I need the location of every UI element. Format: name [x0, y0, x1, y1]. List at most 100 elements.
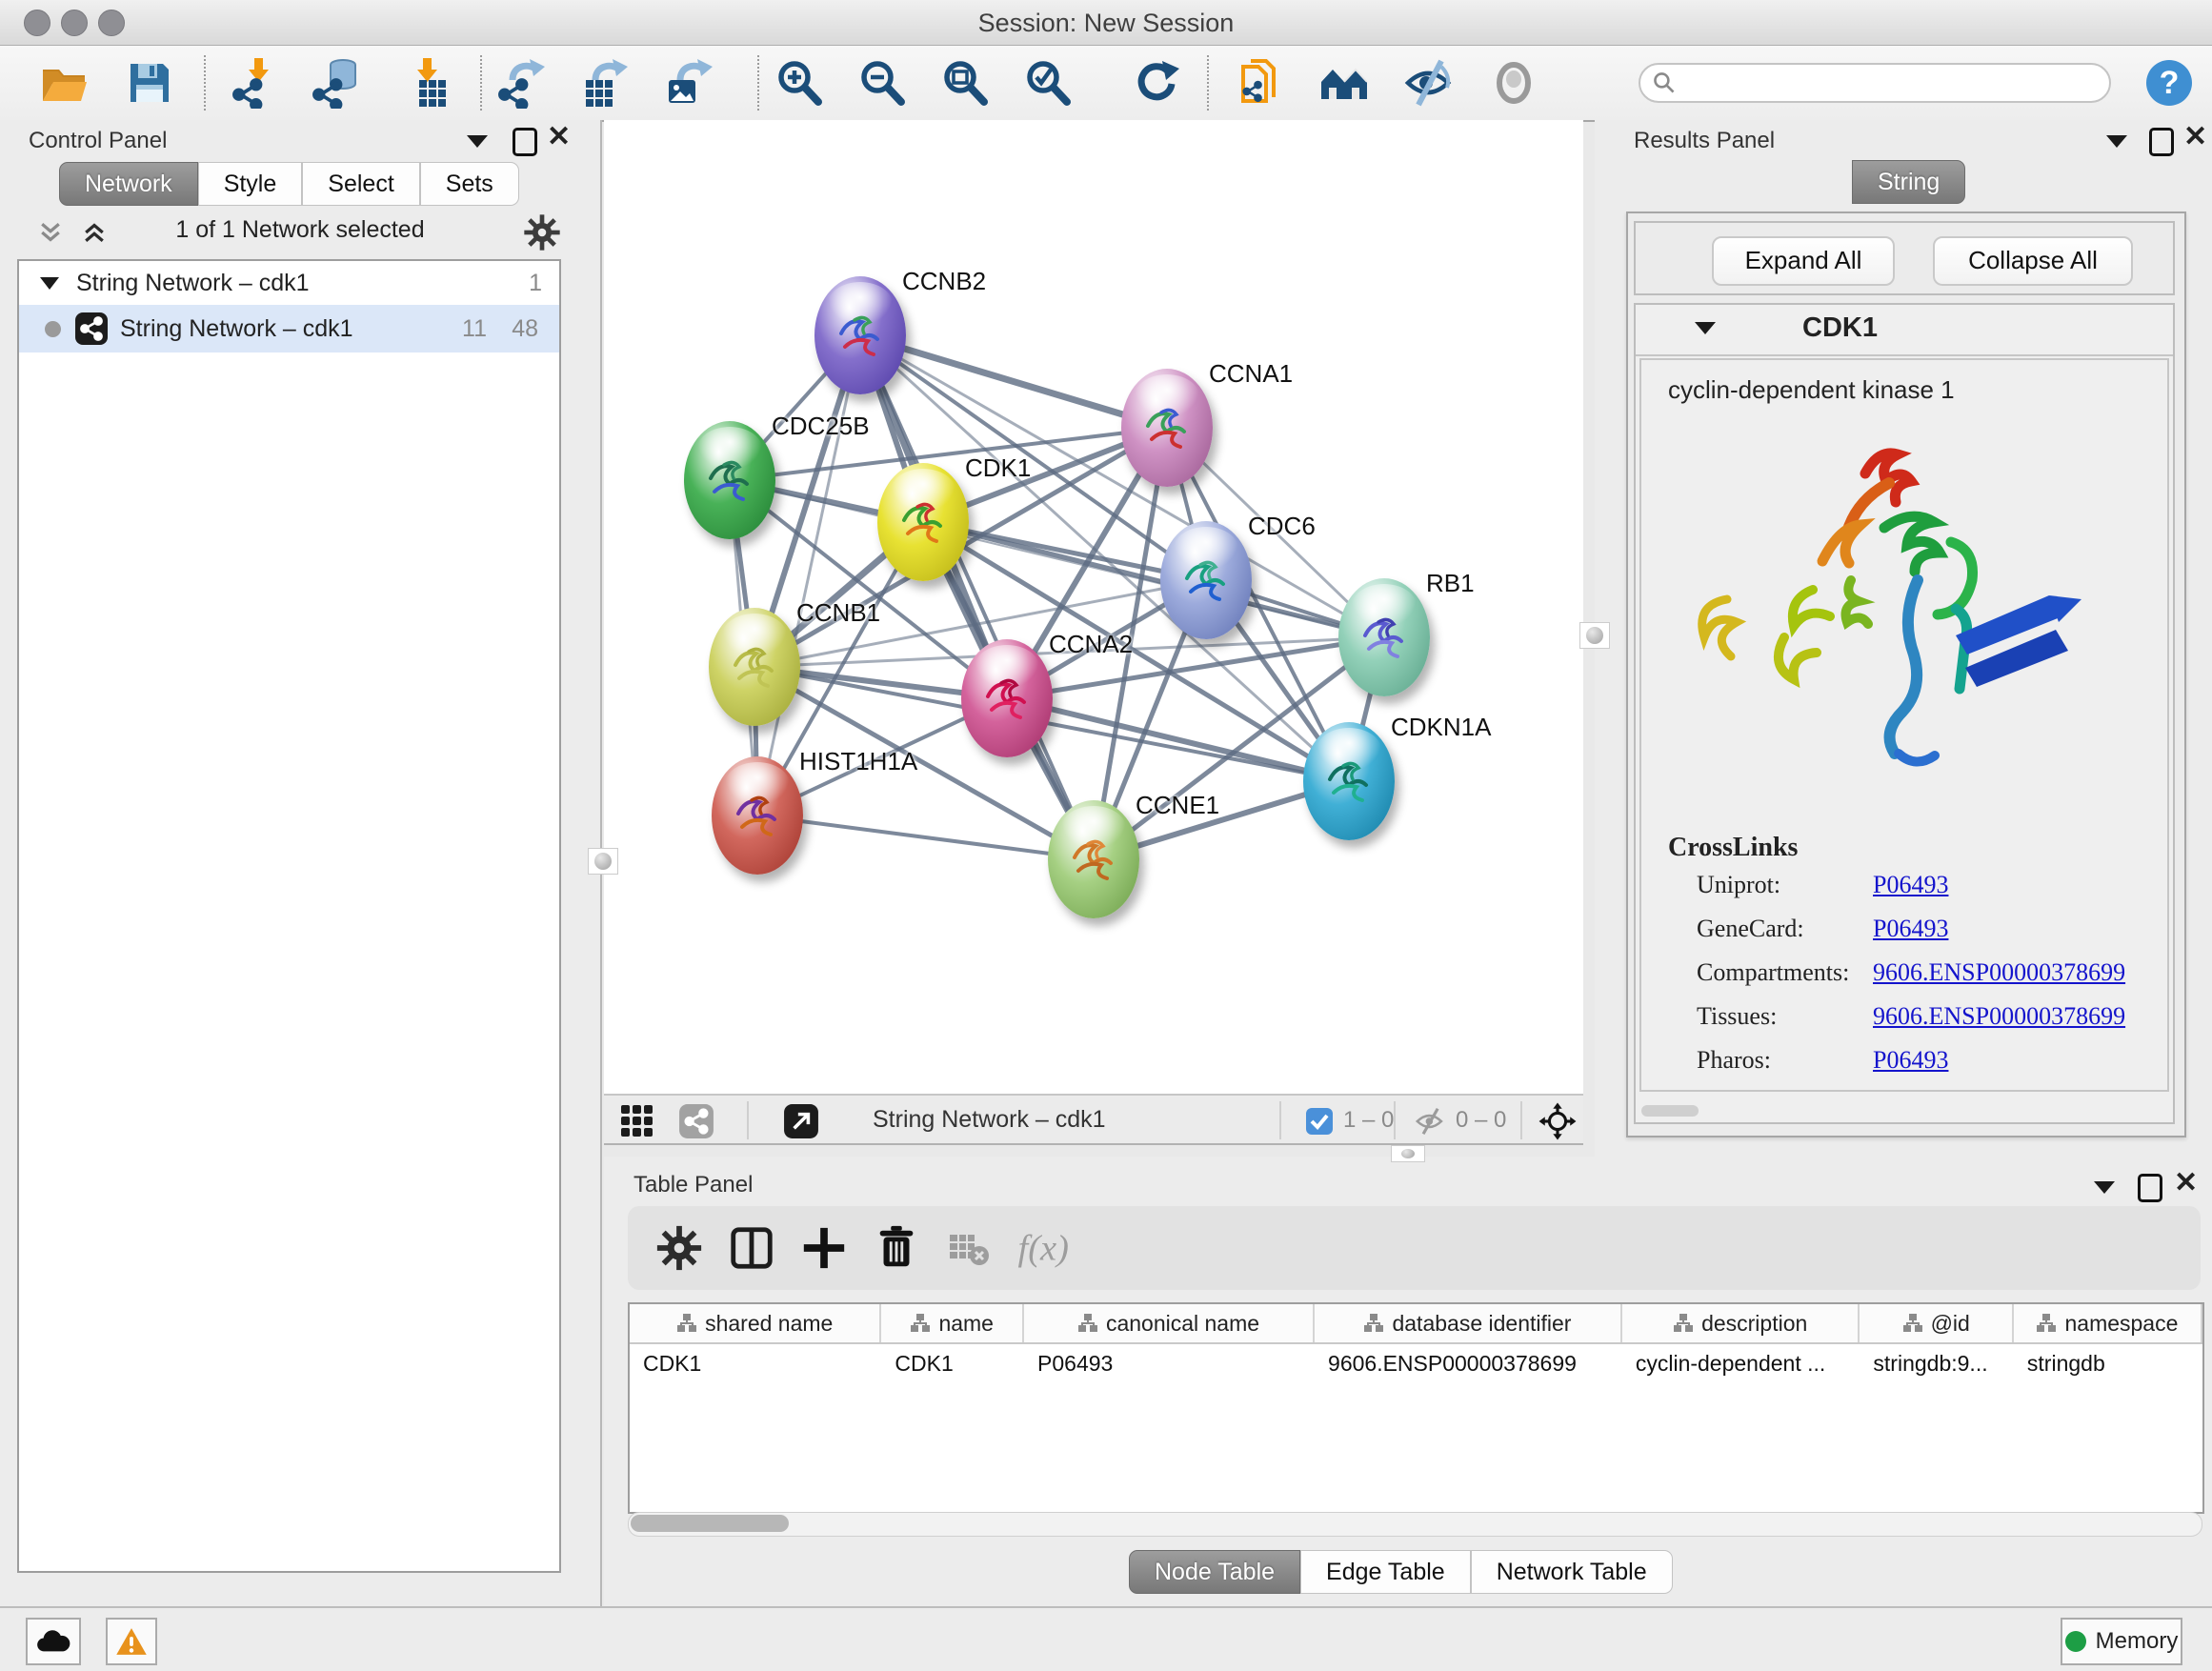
collapse-all-button[interactable]: Collapse All: [1933, 236, 2133, 286]
import-network-database-icon[interactable]: [312, 57, 363, 109]
hidden-eye-slash-icon[interactable]: [1414, 1105, 1446, 1137]
maximize-panel-icon[interactable]: [513, 128, 537, 156]
collection-expander-icon[interactable]: [40, 277, 59, 290]
export-table-icon[interactable]: [580, 57, 632, 109]
node-table[interactable]: shared name name canonical name database…: [628, 1302, 2204, 1514]
float-panel-icon[interactable]: [2094, 1181, 2115, 1194]
edge-CCNB2-HIST1H1A[interactable]: [757, 335, 860, 815]
crosslink-value-link[interactable]: 9606.ENSP00000378699: [1873, 958, 2125, 987]
crosslink-value-link[interactable]: P06493: [1873, 915, 1948, 943]
edge-CCNB2-CCNA1[interactable]: [860, 335, 1167, 428]
zoom-out-icon[interactable]: [857, 57, 909, 109]
create-column-plus-icon[interactable]: [799, 1223, 849, 1273]
left-splitter-handle[interactable]: [588, 848, 618, 875]
import-table-icon[interactable]: [400, 57, 452, 109]
column-header-description[interactable]: description: [1622, 1304, 1860, 1342]
svg-text:f(x): f(x): [1018, 1229, 1069, 1269]
tab-style[interactable]: Style: [198, 162, 303, 206]
node-CCNA2[interactable]: [961, 639, 1053, 757]
cloud-status-button[interactable]: [26, 1618, 81, 1665]
tab-string[interactable]: String: [1852, 160, 1965, 204]
node-CCNA1[interactable]: [1121, 369, 1213, 487]
zoom-selected-icon[interactable]: [1023, 57, 1075, 109]
cdk1-section-header[interactable]: CDK1: [1636, 305, 2173, 356]
birdseye-grid-icon[interactable]: [619, 1103, 655, 1139]
tab-network-table[interactable]: Network Table: [1471, 1550, 1673, 1594]
tab-node-table[interactable]: Node Table: [1129, 1550, 1300, 1594]
open-session-folder-icon[interactable]: [38, 57, 90, 109]
zoom-fit-icon[interactable]: [940, 57, 992, 109]
node-CDC25B[interactable]: [684, 421, 775, 539]
refresh-view-icon[interactable]: [1130, 57, 1181, 109]
hide-selected-icon[interactable]: [1403, 57, 1455, 109]
tab-network[interactable]: Network: [59, 162, 198, 206]
string-panel-icon[interactable]: [678, 1103, 714, 1139]
close-panel-icon[interactable]: ✕: [547, 126, 571, 149]
show-columns-icon[interactable]: [727, 1223, 776, 1273]
selected-checkbox-icon[interactable]: [1305, 1107, 1334, 1136]
export-network-icon[interactable]: [497, 57, 549, 109]
network-view-canvas[interactable]: CCNB2 CCNA1 CDC25B CDK1 CDC6 RB1: [604, 120, 1583, 1094]
node-HIST1H1A[interactable]: [712, 756, 803, 875]
help-icon[interactable]: ?: [2143, 57, 2195, 109]
memory-button[interactable]: Memory: [2061, 1618, 2182, 1665]
save-session-floppy-icon[interactable]: [124, 57, 175, 109]
column-header-canonicalname[interactable]: canonical name: [1024, 1304, 1315, 1342]
tab-select[interactable]: Select: [302, 162, 419, 206]
network-row-selected[interactable]: String Network – cdk1 11 48: [19, 305, 559, 352]
export-image-icon[interactable]: [665, 57, 716, 109]
node-RB1[interactable]: [1338, 578, 1430, 696]
share-document-icon[interactable]: [1236, 57, 1287, 109]
float-panel-icon[interactable]: [2106, 135, 2127, 148]
node-CCNE1[interactable]: [1048, 800, 1139, 918]
close-panel-icon[interactable]: ✕: [2183, 126, 2207, 149]
import-network-file-icon[interactable]: [231, 57, 283, 109]
column-header-databaseidentifier[interactable]: database identifier: [1315, 1304, 1622, 1342]
tab-edge-table[interactable]: Edge Table: [1300, 1550, 1471, 1594]
crosslink-value-link[interactable]: P06493: [1873, 1046, 1948, 1075]
node-CCNB1[interactable]: [709, 608, 800, 726]
network-selection-bar: 1 of 1 Network selected: [10, 211, 581, 252]
crosslink-value-link[interactable]: 9606.ENSP00000378699: [1873, 1002, 2125, 1031]
section-expander-icon[interactable]: [1695, 322, 1716, 334]
table-options-gear-icon[interactable]: [654, 1223, 704, 1273]
close-panel-icon[interactable]: ✕: [2174, 1172, 2198, 1195]
string-home-icon[interactable]: [1318, 57, 1370, 109]
node-CDC6[interactable]: [1160, 521, 1252, 639]
delete-table-icon[interactable]: [948, 1233, 990, 1267]
zoom-in-icon[interactable]: [774, 57, 826, 109]
tab-sets[interactable]: Sets: [420, 162, 519, 206]
crosslink-label: Pharos:: [1697, 1046, 1771, 1074]
node-CDK1[interactable]: [877, 463, 969, 581]
fit-content-crosshair-icon[interactable]: [1538, 1101, 1578, 1141]
node-CDKN1A[interactable]: [1303, 722, 1395, 840]
search-input[interactable]: [1639, 63, 2111, 103]
crosslink-value-link[interactable]: P06493: [1873, 871, 1948, 899]
function-builder-icon[interactable]: f(x): [1013, 1223, 1098, 1273]
column-header-name[interactable]: name: [881, 1304, 1024, 1342]
network-collection-row[interactable]: String Network – cdk1 1: [19, 261, 559, 305]
expand-all-icon[interactable]: [78, 218, 111, 247]
results-hscroll[interactable]: [1641, 1105, 1699, 1117]
edge-CCNB2-CCNE1[interactable]: [860, 335, 1094, 859]
expand-all-button[interactable]: Expand All: [1712, 236, 1895, 286]
warnings-button[interactable]: [106, 1618, 157, 1665]
maximize-panel-icon[interactable]: [2149, 128, 2174, 156]
protein-thumbnail: [1063, 829, 1124, 892]
network-options-gear-icon[interactable]: [522, 212, 562, 252]
column-header-sharedname[interactable]: shared name: [630, 1304, 881, 1342]
collapse-all-icon[interactable]: [34, 218, 67, 247]
delete-column-trash-icon[interactable]: [872, 1223, 921, 1273]
bottom-splitter-handle[interactable]: [1391, 1145, 1425, 1162]
open-in-window-icon[interactable]: [783, 1103, 819, 1139]
show-all-icon[interactable]: [1488, 57, 1539, 109]
right-splitter-handle[interactable]: [1579, 622, 1610, 649]
column-header-id[interactable]: @id: [1860, 1304, 2013, 1342]
table-hscroll[interactable]: [628, 1512, 2202, 1537]
table-row[interactable]: CDK1CDK1P064939606.ENSP00000378699cyclin…: [630, 1344, 2202, 1384]
node-CCNB2[interactable]: [814, 276, 906, 394]
float-panel-icon[interactable]: [467, 135, 488, 148]
column-header-namespace[interactable]: namespace: [2014, 1304, 2202, 1342]
edge-HIST1H1A-CCNE1[interactable]: [757, 815, 1094, 859]
maximize-panel-icon[interactable]: [2138, 1174, 2162, 1202]
